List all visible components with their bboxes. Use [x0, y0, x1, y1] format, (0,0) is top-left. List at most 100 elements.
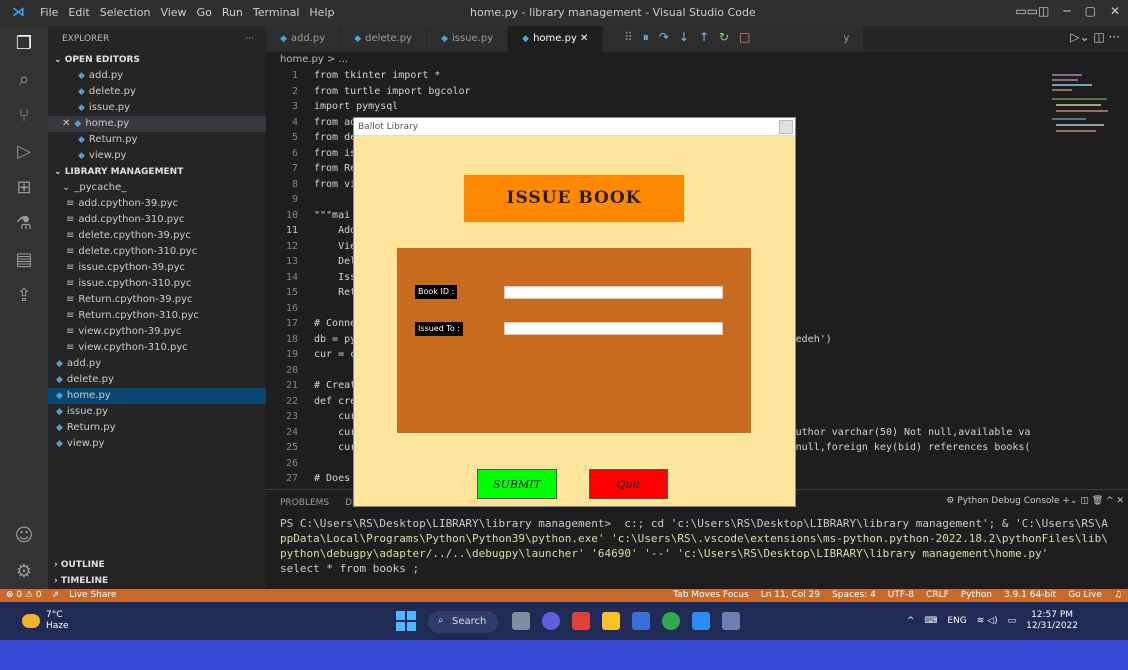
- menu-run[interactable]: Run: [222, 6, 243, 19]
- line-ending[interactable]: CRLF: [926, 589, 949, 602]
- run-debug-icon[interactable]: ▷: [12, 140, 36, 164]
- tab-home[interactable]: ◆ home.py ✕: [508, 26, 604, 52]
- keyboard-icon[interactable]: ⌨: [924, 616, 937, 626]
- clock[interactable]: 12:57 PM 12/31/2022: [1026, 610, 1078, 632]
- open-editor-item[interactable]: ◆ add.py: [48, 68, 266, 84]
- step-out-icon[interactable]: ↑: [699, 30, 709, 45]
- close-tab-icon[interactable]: ✕: [580, 33, 588, 44]
- weather-widget[interactable]: 7°C Haze: [22, 610, 69, 632]
- pyc-file-item[interactable]: ≡ view.cpython-310.pyc: [48, 340, 266, 356]
- problems-count[interactable]: ⊗ 0 ⚠ 0: [6, 589, 42, 602]
- dialog-close-button[interactable]: [779, 120, 793, 134]
- maximize-icon[interactable]: ▢: [1085, 4, 1096, 18]
- explorer-icon[interactable]: ❐: [12, 32, 36, 56]
- source-control-icon[interactable]: ⑂: [12, 104, 36, 128]
- menu-edit[interactable]: Edit: [68, 6, 89, 19]
- chrome-icon[interactable]: [662, 612, 680, 630]
- close-panel-icon[interactable]: ✕: [1116, 496, 1124, 506]
- more-actions-icon[interactable]: ···: [245, 26, 254, 52]
- more-icon[interactable]: ···: [1109, 30, 1120, 44]
- pyc-file-item[interactable]: ≡ issue.cpython-39.pyc: [48, 260, 266, 276]
- extensions-icon[interactable]: ⊞: [12, 176, 36, 200]
- layout-icon[interactable]: ▭▭◫: [1015, 4, 1049, 18]
- tab-delete[interactable]: ◆ delete.py: [340, 26, 428, 52]
- open-editor-item[interactable]: ◆ delete.py: [48, 84, 266, 100]
- project-file-item[interactable]: ◆ issue.py: [48, 404, 266, 420]
- bell-icon[interactable]: ♫: [1114, 589, 1122, 602]
- new-terminal-icon[interactable]: +⌄: [1062, 496, 1077, 506]
- issued-to-input[interactable]: [504, 322, 723, 335]
- store-icon[interactable]: [632, 612, 650, 630]
- menu-selection[interactable]: Selection: [100, 6, 151, 19]
- chevron-up-icon[interactable]: ^: [907, 616, 915, 626]
- open-editor-item[interactable]: ◆ issue.py: [48, 100, 266, 116]
- file-explorer-icon[interactable]: [602, 612, 620, 630]
- pyc-file-item[interactable]: ≡ add.cpython-39.pyc: [48, 196, 266, 212]
- task-view-icon[interactable]: [512, 612, 530, 630]
- menu-help[interactable]: Help: [309, 6, 334, 19]
- pyc-file-item[interactable]: ≡ delete.cpython-310.pyc: [48, 244, 266, 260]
- pyc-file-item[interactable]: ≡ Return.cpython-39.pyc: [48, 292, 266, 308]
- close-editor-icon[interactable]: ✕: [62, 118, 70, 129]
- terminal-selector[interactable]: Python Debug Console: [957, 496, 1059, 506]
- account-icon[interactable]: ☺: [12, 524, 36, 548]
- split-terminal-icon[interactable]: ◫: [1080, 496, 1089, 506]
- search-icon[interactable]: ⌕: [12, 68, 36, 92]
- project-file-item[interactable]: ◆ view.py: [48, 436, 266, 452]
- maximize-panel-icon[interactable]: ^: [1106, 496, 1114, 506]
- project-file-item-selected[interactable]: ◆ home.py: [48, 388, 266, 404]
- terminal-output[interactable]: PS C:\Users\RS\Desktop\LIBRARY\library m…: [266, 516, 1128, 576]
- open-editors-section[interactable]: ⌄ OPEN EDITORS: [48, 52, 266, 68]
- restart-icon[interactable]: ↻: [719, 30, 729, 45]
- outline-section[interactable]: › OUTLINE: [48, 557, 105, 573]
- interpreter-version[interactable]: 3.9.1 64-bit: [1004, 589, 1056, 602]
- close-icon[interactable]: ✕: [1110, 4, 1120, 18]
- tab-add[interactable]: ◆ add.py: [266, 26, 341, 52]
- minimize-icon[interactable]: ─: [1063, 4, 1070, 18]
- step-into-icon[interactable]: ↓: [679, 30, 689, 45]
- breadcrumb[interactable]: home.py > ...: [266, 52, 1128, 68]
- battery-icon[interactable]: ▭: [1008, 616, 1017, 626]
- pyc-file-item[interactable]: ≡ delete.cpython-39.pyc: [48, 228, 266, 244]
- go-live[interactable]: Go Live: [1068, 589, 1102, 602]
- quit-button[interactable]: Quit: [589, 469, 668, 499]
- gear-icon[interactable]: ⚙: [12, 560, 36, 584]
- drag-handle-icon[interactable]: ⠿: [624, 30, 633, 45]
- pyc-file-item[interactable]: ≡ view.cpython-39.pyc: [48, 324, 266, 340]
- app-icon[interactable]: [722, 612, 740, 630]
- open-editor-item[interactable]: ◆ Return.py: [48, 132, 266, 148]
- live-share-icon[interactable]: ⇗: [52, 589, 60, 602]
- wifi-volume-icon[interactable]: ≋ ◁): [977, 616, 998, 626]
- cursor-position[interactable]: Ln 11, Col 29: [761, 589, 820, 602]
- language-indicator[interactable]: ENG: [947, 616, 966, 626]
- menu-view[interactable]: View: [160, 6, 186, 19]
- vscode-taskbar-icon[interactable]: [692, 612, 710, 630]
- project-file-item[interactable]: ◆ Return.py: [48, 420, 266, 436]
- menu-terminal[interactable]: Terminal: [253, 6, 300, 19]
- indentation[interactable]: Spaces: 4: [832, 589, 876, 602]
- pyc-file-item[interactable]: ≡ Return.cpython-310.pyc: [48, 308, 266, 324]
- tab-issue[interactable]: ◆ issue.py: [427, 26, 509, 52]
- pause-icon[interactable]: ⏸: [643, 30, 649, 45]
- pyc-file-item[interactable]: ≡ add.cpython-310.pyc: [48, 212, 266, 228]
- teams-chat-icon[interactable]: [542, 612, 560, 630]
- open-editor-item[interactable]: ◆ view.py: [48, 148, 266, 164]
- tab-problems[interactable]: PROBLEMS: [280, 490, 329, 516]
- notebook-icon[interactable]: ▤: [12, 248, 36, 272]
- trash-icon[interactable]: 🗑: [1092, 496, 1103, 506]
- testing-icon[interactable]: ⚗: [12, 212, 36, 236]
- open-editor-item-active[interactable]: ✕ ◆ home.py: [48, 116, 266, 132]
- timeline-section[interactable]: › TIMELINE: [48, 573, 108, 589]
- run-icon[interactable]: ▷⌄: [1070, 30, 1089, 44]
- tab-focus-mode[interactable]: Tab Moves Focus: [673, 589, 749, 602]
- project-file-item[interactable]: ◆ delete.py: [48, 372, 266, 388]
- menu-file[interactable]: File: [40, 6, 58, 19]
- minimap[interactable]: [1052, 74, 1112, 214]
- project-section[interactable]: ⌄ LIBRARY MANAGEMENT: [48, 164, 266, 180]
- acrobat-icon[interactable]: [572, 612, 590, 630]
- step-over-icon[interactable]: ↷: [659, 30, 669, 45]
- stop-icon[interactable]: □: [739, 30, 750, 45]
- language-mode[interactable]: Python: [961, 589, 992, 602]
- windows-start-icon[interactable]: [396, 611, 416, 631]
- split-editor-icon[interactable]: ◫: [1093, 30, 1104, 44]
